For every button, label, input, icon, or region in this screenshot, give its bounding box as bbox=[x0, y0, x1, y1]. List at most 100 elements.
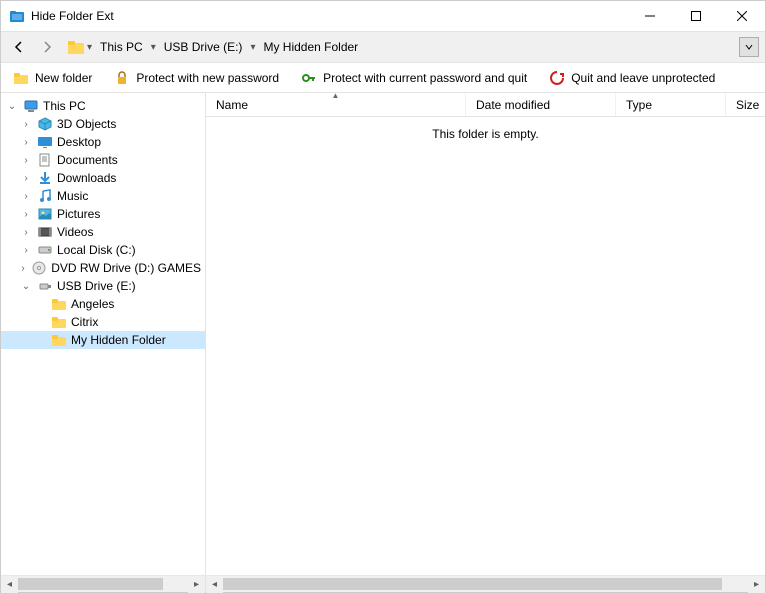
breadcrumb-label: My Hidden Folder bbox=[263, 40, 358, 54]
tree-label: Angeles bbox=[71, 297, 114, 311]
column-size[interactable]: Size bbox=[726, 93, 765, 116]
column-label: Type bbox=[626, 98, 652, 112]
tree-label: Pictures bbox=[57, 207, 100, 221]
tree-label: My Hidden Folder bbox=[71, 333, 166, 347]
toolbar-label: Protect with new password bbox=[136, 71, 279, 85]
scrollbar-row: ◂ ▸ ◂ ▸ bbox=[1, 575, 765, 592]
breadcrumb-label: This PC bbox=[100, 40, 143, 54]
navbar: ▾ This PC ▾ USB Drive (E:) ▾ My Hidden F… bbox=[1, 31, 765, 63]
dvd-icon bbox=[31, 260, 47, 276]
tree-label: 3D Objects bbox=[57, 117, 116, 131]
tree-label: USB Drive (E:) bbox=[57, 279, 136, 293]
tree-label: Music bbox=[57, 189, 88, 203]
tree-label: Downloads bbox=[57, 171, 116, 185]
folder-icon bbox=[51, 332, 67, 348]
tree-hscrollbar[interactable]: ◂ ▸ bbox=[1, 576, 206, 592]
maximize-button[interactable] bbox=[673, 1, 719, 31]
desktop-icon bbox=[37, 134, 53, 150]
tree-item-angeles[interactable]: Angeles bbox=[1, 295, 205, 313]
scroll-track[interactable] bbox=[223, 576, 748, 592]
new-folder-button[interactable]: New folder bbox=[9, 68, 96, 88]
chevron-down-icon[interactable]: ▾ bbox=[87, 42, 92, 53]
back-button[interactable] bbox=[7, 35, 31, 59]
pictures-icon bbox=[37, 206, 53, 222]
usb-drive-icon bbox=[37, 278, 53, 294]
disk-icon bbox=[37, 242, 53, 258]
column-type[interactable]: Type bbox=[616, 93, 726, 116]
tree-item-3d-objects[interactable]: › 3D Objects bbox=[1, 115, 205, 133]
column-label: Date modified bbox=[476, 98, 550, 112]
tree-label: This PC bbox=[43, 99, 86, 113]
breadcrumb-this-pc[interactable]: This PC bbox=[94, 38, 149, 56]
tree-label: Desktop bbox=[57, 135, 101, 149]
expand-icon[interactable]: › bbox=[19, 263, 27, 274]
scroll-right-icon[interactable]: ▸ bbox=[748, 576, 765, 593]
protect-current-password-button[interactable]: Protect with current password and quit bbox=[297, 68, 531, 88]
tree-item-music[interactable]: › Music bbox=[1, 187, 205, 205]
chevron-down-icon[interactable]: ▾ bbox=[250, 42, 255, 53]
tree-label: Videos bbox=[57, 225, 93, 239]
expand-icon[interactable]: › bbox=[19, 209, 33, 220]
tree-item-usb-drive[interactable]: ⌄ USB Drive (E:) bbox=[1, 277, 205, 295]
tree-item-videos[interactable]: › Videos bbox=[1, 223, 205, 241]
tree-item-desktop[interactable]: › Desktop bbox=[1, 133, 205, 151]
folder-icon bbox=[67, 39, 85, 55]
tree-item-dvd-drive[interactable]: › DVD RW Drive (D:) GAMES bbox=[1, 259, 205, 277]
toolbar: New folder Protect with new password Pro… bbox=[1, 63, 765, 93]
toolbar-label: Protect with current password and quit bbox=[323, 71, 527, 85]
column-label: Name bbox=[216, 98, 248, 112]
protect-new-password-button[interactable]: Protect with new password bbox=[110, 68, 283, 88]
scroll-left-icon[interactable]: ◂ bbox=[1, 576, 18, 593]
toolbar-label: New folder bbox=[35, 71, 92, 85]
collapse-icon[interactable]: ⌄ bbox=[5, 101, 19, 112]
list-hscrollbar[interactable]: ◂ ▸ bbox=[206, 576, 765, 592]
lock-icon bbox=[114, 70, 130, 86]
forward-button[interactable] bbox=[35, 35, 59, 59]
column-label: Size bbox=[736, 98, 759, 112]
scroll-right-icon[interactable]: ▸ bbox=[188, 576, 205, 593]
scroll-left-icon[interactable]: ◂ bbox=[206, 576, 223, 593]
sort-ascending-icon: ▲ bbox=[332, 93, 340, 100]
titlebar: Hide Folder Ext bbox=[1, 1, 765, 31]
tree-label: DVD RW Drive (D:) GAMES bbox=[51, 261, 201, 275]
chevron-down-icon[interactable]: ▾ bbox=[151, 42, 156, 53]
expand-icon[interactable]: › bbox=[19, 245, 33, 256]
quit-unprotected-button[interactable]: Quit and leave unprotected bbox=[545, 68, 719, 88]
expand-icon[interactable]: › bbox=[19, 137, 33, 148]
tree-item-citrix[interactable]: Citrix bbox=[1, 313, 205, 331]
breadcrumb-my-hidden-folder[interactable]: My Hidden Folder bbox=[257, 38, 364, 56]
expand-icon[interactable]: › bbox=[19, 191, 33, 202]
breadcrumb-label: USB Drive (E:) bbox=[164, 40, 243, 54]
quit-icon bbox=[549, 70, 565, 86]
videos-icon bbox=[37, 224, 53, 240]
tree-item-my-hidden-folder[interactable]: My Hidden Folder bbox=[1, 331, 205, 349]
scroll-thumb[interactable] bbox=[18, 578, 163, 590]
key-icon bbox=[301, 70, 317, 86]
collapse-icon[interactable]: ⌄ bbox=[19, 281, 33, 292]
tree-item-downloads[interactable]: › Downloads bbox=[1, 169, 205, 187]
expand-icon[interactable]: › bbox=[19, 227, 33, 238]
column-date-modified[interactable]: Date modified bbox=[466, 93, 616, 116]
expand-icon[interactable]: › bbox=[19, 119, 33, 130]
tree-root-this-pc[interactable]: ⌄ This PC bbox=[1, 97, 205, 115]
expand-icon[interactable]: › bbox=[19, 155, 33, 166]
content-area: ⌄ This PC › 3D Objects › Desktop › Docum… bbox=[1, 93, 765, 575]
address-dropdown-button[interactable] bbox=[739, 37, 759, 57]
tree-item-documents[interactable]: › Documents bbox=[1, 151, 205, 169]
folder-icon bbox=[51, 314, 67, 330]
tree-label: Citrix bbox=[71, 315, 98, 329]
tree-item-local-disk[interactable]: › Local Disk (C:) bbox=[1, 241, 205, 259]
expand-icon[interactable]: › bbox=[19, 173, 33, 184]
toolbar-label: Quit and leave unprotected bbox=[571, 71, 715, 85]
list-pane[interactable]: ▲ Name Date modified Type Size This fold… bbox=[206, 93, 765, 575]
tree-item-pictures[interactable]: › Pictures bbox=[1, 205, 205, 223]
breadcrumb-usb-drive[interactable]: USB Drive (E:) bbox=[158, 38, 249, 56]
column-name[interactable]: ▲ Name bbox=[206, 93, 466, 116]
tree-pane[interactable]: ⌄ This PC › 3D Objects › Desktop › Docum… bbox=[1, 93, 206, 575]
window-controls bbox=[627, 1, 765, 31]
close-button[interactable] bbox=[719, 1, 765, 31]
minimize-button[interactable] bbox=[627, 1, 673, 31]
scroll-thumb[interactable] bbox=[223, 578, 722, 590]
scroll-track[interactable] bbox=[18, 576, 188, 592]
computer-icon bbox=[23, 98, 39, 114]
